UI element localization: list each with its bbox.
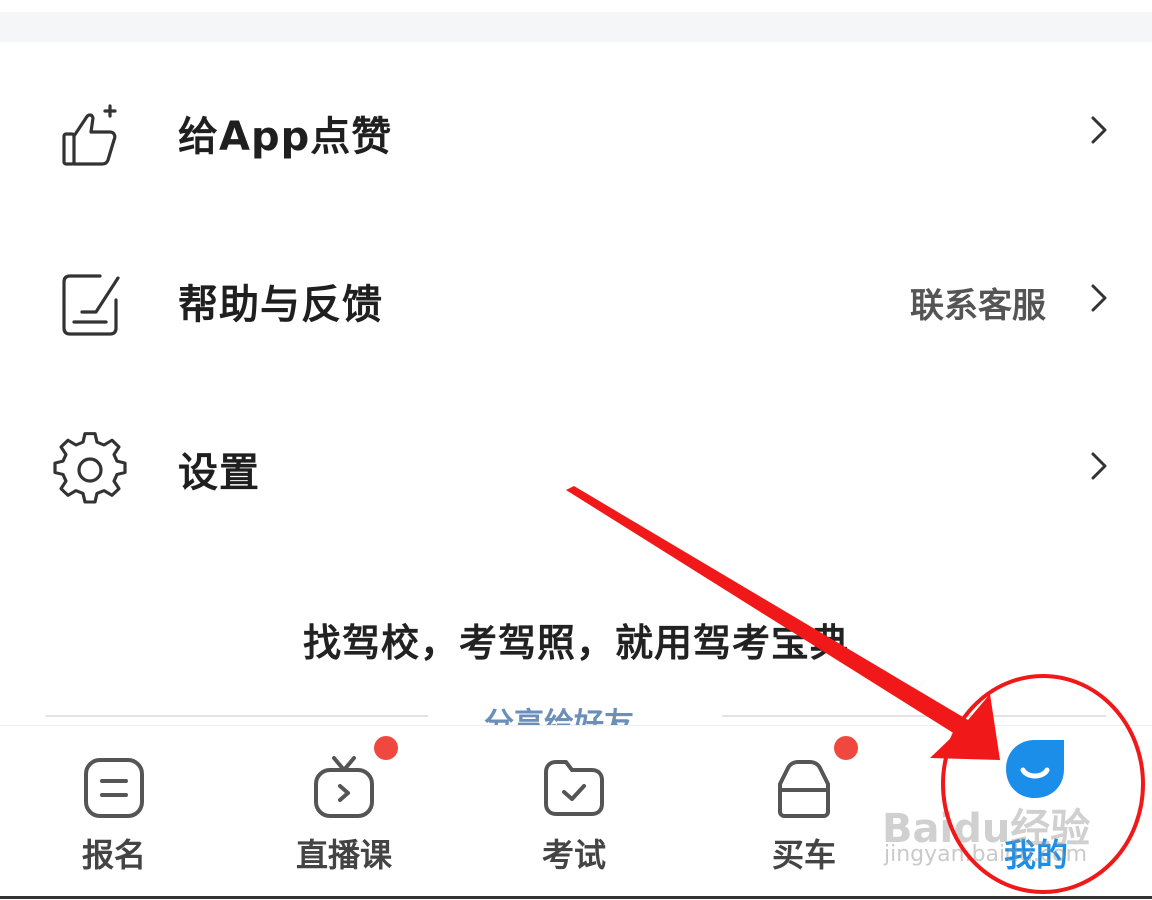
tab-label: 直播课	[295, 836, 392, 874]
tab-label: 考试	[541, 836, 606, 874]
signup-icon	[84, 758, 144, 818]
exam-folder-icon	[544, 760, 604, 816]
section-separator	[0, 12, 1152, 42]
baidu-jingyan-url: jingyan.baidu.com	[884, 842, 1088, 867]
notification-badge	[374, 736, 398, 760]
car-icon	[778, 760, 830, 818]
gear-icon	[53, 432, 127, 504]
chevron-right-icon	[1091, 284, 1107, 312]
chevron-right-icon	[1091, 116, 1107, 144]
divider-left	[46, 715, 428, 717]
menu-item-label: 帮助与反馈	[178, 282, 383, 328]
chevron-right-icon	[1091, 452, 1107, 480]
app-slogan: 找驾校，考驾照，就用驾考宝典	[302, 621, 849, 665]
divider-right	[722, 715, 1106, 717]
tab-exam[interactable]: 考试	[484, 726, 664, 900]
menu-item-help-feedback[interactable]: 帮助与反馈 联系客服	[0, 244, 1152, 344]
tab-live-course[interactable]: 直播课	[254, 726, 434, 900]
mine-drop-icon	[1006, 740, 1064, 798]
tab-buy-car[interactable]: 买车	[714, 726, 894, 900]
tab-label: 买车	[771, 836, 836, 874]
feedback-icon	[62, 274, 120, 336]
menu-item-label: 设置	[178, 450, 260, 496]
tab-signup[interactable]: 报名	[24, 726, 204, 900]
contact-service-text[interactable]: 联系客服	[910, 278, 1046, 327]
notification-badge	[834, 736, 858, 760]
tab-label: 报名	[81, 836, 146, 874]
menu-item-like-app[interactable]: 给App点赞	[0, 76, 1152, 176]
live-tv-icon	[314, 756, 374, 818]
menu-item-label: 给App点赞	[178, 114, 393, 160]
top-strip	[0, 0, 1152, 42]
thumbs-up-icon	[62, 104, 117, 166]
menu-item-settings[interactable]: 设置	[0, 412, 1152, 512]
